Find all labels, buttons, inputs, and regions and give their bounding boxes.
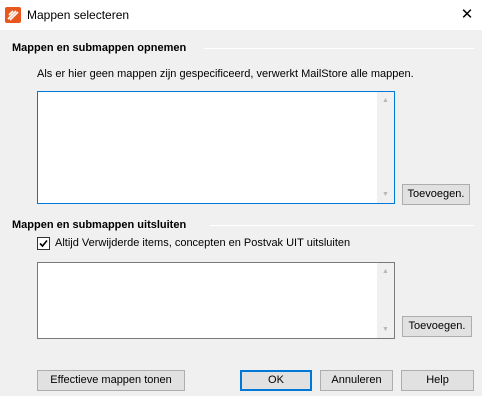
exclude-list-scrollbar[interactable]: ▲ ▼ [377, 263, 394, 338]
scroll-up-arrow-icon[interactable]: ▲ [377, 92, 394, 109]
include-list-scrollbar[interactable]: ▲ ▼ [377, 92, 394, 203]
help-button[interactable]: Help [401, 370, 474, 391]
exclude-folders-list[interactable]: ▲ ▼ [37, 262, 395, 339]
scroll-down-arrow-icon[interactable]: ▼ [377, 321, 394, 338]
scroll-up-arrow-icon[interactable]: ▲ [377, 263, 394, 280]
include-section-header: Mappen en submappen opnemen [12, 42, 187, 54]
ok-button[interactable]: OK [240, 370, 312, 391]
include-hint-text: Als er hier geen mappen zijn gespecifice… [37, 68, 414, 80]
include-section-divider [204, 48, 474, 49]
exclude-section-header: Mappen en submappen uitsluiten [12, 219, 187, 231]
cancel-button[interactable]: Annuleren [320, 370, 393, 391]
exclude-section-divider [210, 225, 474, 226]
window-title: Mappen selecteren [27, 8, 130, 22]
exclude-default-folders-checkbox[interactable] [37, 237, 50, 250]
include-folders-list[interactable]: ▲ ▼ [37, 91, 395, 204]
mailstore-app-icon [5, 7, 21, 23]
include-add-button[interactable]: Toevoegen. [402, 184, 470, 205]
show-effective-folders-button[interactable]: Effectieve mappen tonen [37, 370, 185, 391]
exclude-add-button[interactable]: Toevoegen. [402, 316, 472, 337]
exclude-default-folders-label[interactable]: Altijd Verwijderde items, concepten en P… [55, 237, 350, 249]
scroll-down-arrow-icon[interactable]: ▼ [377, 186, 394, 203]
close-icon[interactable]: ✕ [452, 0, 482, 30]
check-icon [39, 239, 48, 248]
title-bar: Mappen selecteren ✕ [0, 0, 482, 30]
